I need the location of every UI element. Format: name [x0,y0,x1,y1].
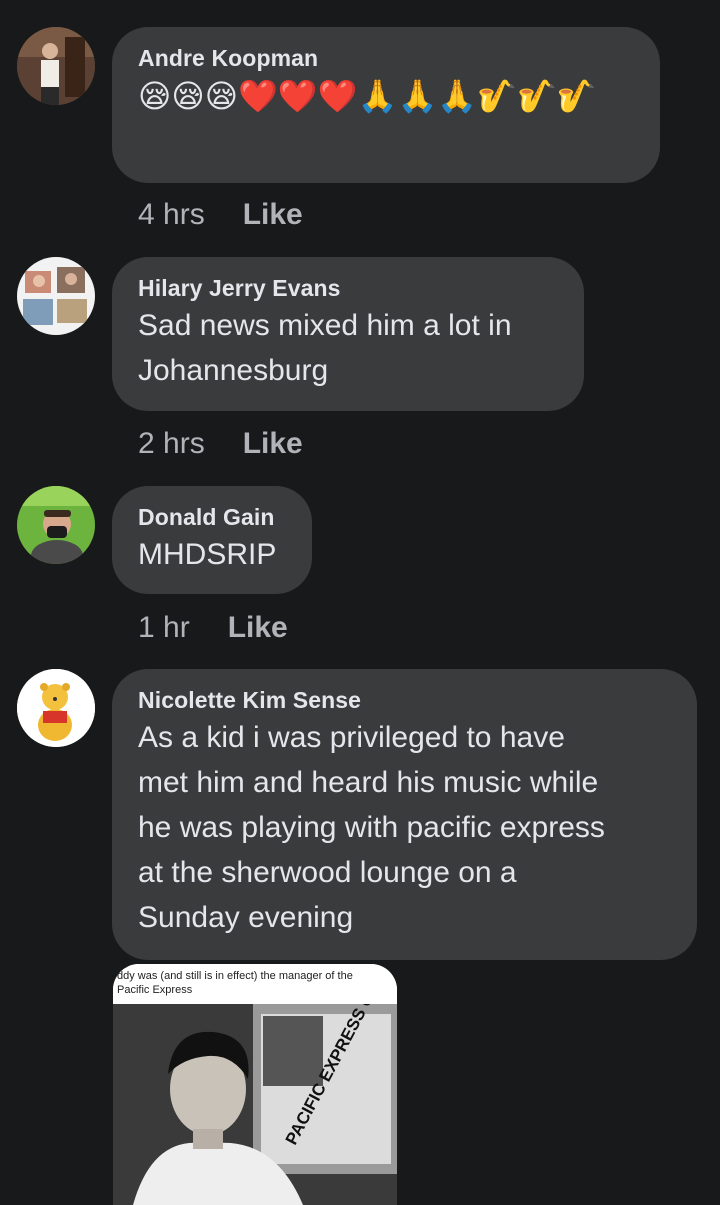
comment-author[interactable]: Donald Gain [138,502,286,532]
comment-author[interactable]: Hilary Jerry Evans [138,273,558,303]
avatar-photo [17,257,95,335]
comment-author[interactable]: Andre Koopman [138,43,634,73]
comment-bubble[interactable]: Nicolette Kim Sense As a kid i was privi… [112,669,697,960]
comment-bubble[interactable]: Andre Koopman 😪😪😪❤️❤️❤️🙏🙏🙏🎷🎷🎷 [112,27,660,183]
comment-text-line: Sad news mixed him a lot in [138,309,512,342]
attachment-photo: PACIFIC EXPRESS CONCERT [113,1004,397,1205]
comment-author[interactable]: Nicolette Kim Sense [138,685,671,715]
comment-time[interactable]: 1 hr [138,611,190,644]
comment-text-line: As a kid i was privileged to have [138,721,565,754]
comment-bubble[interactable]: Hilary Jerry Evans Sad news mixed him a … [112,257,584,411]
comment-text-line: Johannesburg [138,354,329,387]
comment-meta: 4 hrs Like [138,198,303,232]
comment-text-line: Sunday evening [138,901,354,934]
comment-bubble[interactable]: Donald Gain MHDSRIP [112,486,312,594]
attachment-caption-line: ddy was (and still is in effect) the man… [117,970,353,982]
like-button[interactable]: Like [243,198,303,231]
avatar-nicolette-kim-sense[interactable] [17,669,95,747]
attachment-caption-line: Pacific Express [117,984,193,996]
avatar-photo [17,669,95,747]
like-button[interactable]: Like [228,611,288,644]
comment-text-line: met him and heard his music while [138,766,599,799]
comment-emojis: 😪😪😪❤️❤️❤️🙏🙏🙏🎷🎷🎷 [138,78,597,114]
comment-text: MHDSRIP [138,538,277,571]
avatar-andre-koopman[interactable] [17,27,95,105]
avatar-photo [17,27,95,105]
comment-time[interactable]: 2 hrs [138,427,205,460]
avatar-hilary-jerry-evans[interactable] [17,257,95,335]
attachment-caption: ddy was (and still is in effect) the man… [113,964,397,1004]
comment-text-line: he was playing with pacific express [138,811,605,844]
comment-time[interactable]: 4 hrs [138,198,205,231]
avatar-photo [17,486,95,564]
comment-attachment-image[interactable]: ddy was (and still is in effect) the man… [113,964,397,1205]
comment-meta: 1 hr Like [138,611,288,645]
like-button[interactable]: Like [243,427,303,460]
comment-text-line: at the sherwood lounge on a [138,856,517,889]
comment-meta: 2 hrs Like [138,427,303,461]
avatar-donald-gain[interactable] [17,486,95,564]
